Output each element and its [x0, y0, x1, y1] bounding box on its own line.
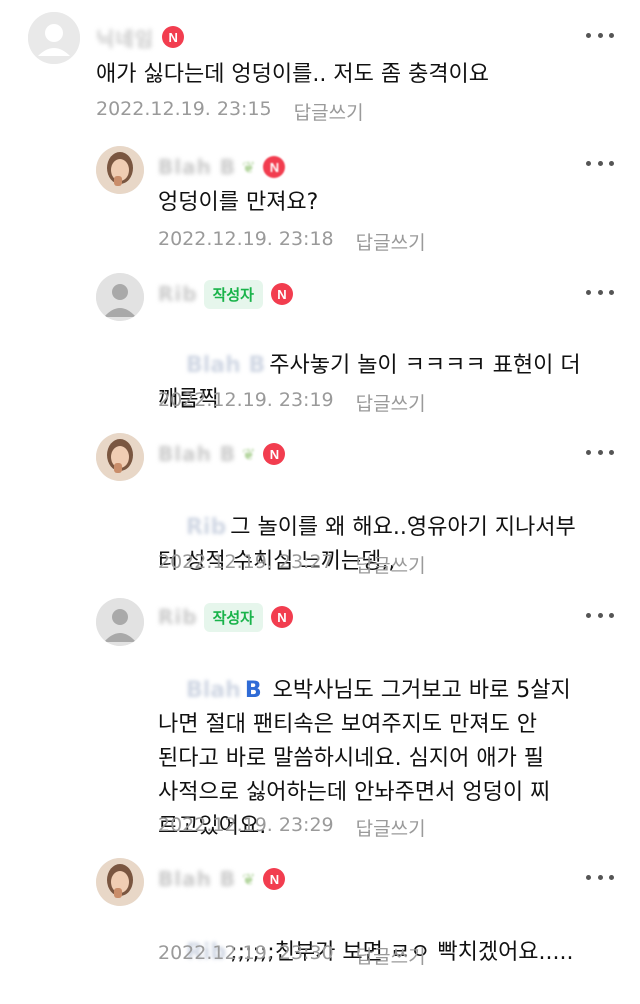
author-name[interactable]: Blah B	[158, 155, 236, 179]
mention-prefix: Blah	[185, 678, 241, 703]
new-n-badge-icon: N	[263, 443, 286, 465]
more-options-icon[interactable]	[586, 30, 614, 40]
author-row: Rib 작성자 N	[158, 279, 293, 309]
author-row: Blah B ❦ N	[158, 152, 286, 182]
mention-suffix: B	[244, 678, 262, 703]
comment-meta: 2022.12.19. 23:18 답글쓰기	[158, 228, 426, 255]
comment-line: 사적으로 싫어하는데 안놔주면서 엉덩이 찌	[158, 780, 551, 805]
mention-tag[interactable]: Blah B	[186, 353, 265, 378]
author-row: 닉네임 N	[96, 22, 185, 52]
sprout-grade-icon: ❦	[242, 869, 256, 889]
default-user-avatar-icon	[96, 273, 144, 321]
profile-photo-icon	[96, 858, 144, 906]
comment-date: 2022.12.19. 23:18	[158, 228, 334, 250]
reply-button[interactable]: 답글쓰기	[356, 942, 426, 969]
comment-meta: 2022.12.19. 23:30 답글쓰기	[158, 942, 426, 969]
avatar[interactable]	[96, 273, 144, 321]
author-row: Blah B ❦ N	[158, 439, 286, 469]
profile-photo-icon	[96, 146, 144, 194]
more-options-icon[interactable]	[586, 872, 614, 882]
comment-meta: 2022.12.19. 23:29 답글쓰기	[158, 814, 426, 841]
author-row: Blah B ❦ N	[158, 864, 286, 894]
avatar[interactable]	[96, 598, 144, 646]
more-options-icon[interactable]	[586, 447, 614, 457]
reply-item: Blah B ❦ N 엉덩이를 만져요? 2022.12.19. 23:18 답…	[0, 140, 640, 265]
comment-meta: 2022.12.19. 23:15 답글쓰기	[96, 98, 364, 125]
author-name[interactable]: Blah B	[158, 442, 236, 466]
default-user-avatar-icon	[96, 598, 144, 646]
sprout-grade-icon: ❦	[242, 157, 256, 177]
comment-line: 나면 절대 팬티속은 보여주지도 만져도 안	[158, 712, 538, 737]
reply-button[interactable]: 답글쓰기	[294, 98, 364, 125]
new-n-badge-icon: N	[270, 606, 293, 628]
comment-meta: 2022.12.19. 23:27 답글쓰기	[158, 551, 426, 578]
comment-date: 2022.12.19. 23:30	[158, 942, 334, 964]
avatar[interactable]	[96, 433, 144, 481]
author-name[interactable]: 닉네임	[96, 23, 154, 52]
comment-line: 그 놀이를 왜 해요..영유아기 지나서부	[230, 515, 576, 540]
comment-line: 주사놓기 놀이 ㅋㅋㅋㅋ 표현이 더	[269, 353, 581, 378]
comment-date: 2022.12.19. 23:27	[158, 551, 334, 573]
reply-button[interactable]: 답글쓰기	[356, 228, 426, 255]
new-n-badge-icon: N	[162, 26, 185, 48]
writer-badge: 작성자	[203, 602, 263, 632]
comment-line: 오박사님도 그거보고 바로 5살지	[272, 678, 571, 703]
comment-date: 2022.12.19. 23:15	[96, 98, 272, 120]
reply-item: Blah B ❦ N Rib ;;;;;;친부가 보면 ㄹㅇ 빡치겠어요.....…	[0, 850, 640, 981]
more-options-icon[interactable]	[586, 158, 614, 168]
mention-tag[interactable]: Blah B	[186, 678, 266, 703]
new-n-badge-icon: N	[263, 156, 286, 178]
avatar[interactable]	[96, 146, 144, 194]
new-n-badge-icon: N	[263, 868, 286, 890]
avatar[interactable]	[96, 858, 144, 906]
comment-text: 엉덩이를 만져요?	[158, 190, 319, 215]
more-options-icon[interactable]	[586, 287, 614, 297]
sprout-grade-icon: ❦	[242, 444, 256, 464]
mention-tag[interactable]: Rib	[186, 515, 226, 540]
reply-item: Rib 작성자 N Blah B 오박사님도 그거보고 바로 5살지나면 절대 팬…	[0, 590, 640, 850]
author-name[interactable]: Rib	[158, 282, 198, 306]
comment-text: Blah B 오박사님도 그거보고 바로 5살지나면 절대 팬티속은 보여주지도 …	[158, 640, 628, 878]
author-name[interactable]: Blah B	[158, 867, 236, 891]
comment-date: 2022.12.19. 23:19	[158, 389, 334, 411]
comment-line: 된다고 바로 말씀하시네요. 심지어 애가 필	[158, 746, 545, 771]
reply-item: Rib 작성자 N Blah B 주사놓기 놀이 ㅋㅋㅋㅋ 표현이 더 깨름찍 20…	[0, 265, 640, 425]
reply-button[interactable]: 답글쓰기	[356, 814, 426, 841]
comment-date: 2022.12.19. 23:29	[158, 814, 334, 836]
comment-item: 닉네임 N 애가 싫다는데 엉덩이를.. 저도 좀 충격이요 2022.12.1…	[0, 0, 640, 140]
default-user-avatar-icon	[28, 12, 80, 64]
author-row: Rib 작성자 N	[158, 602, 293, 632]
comment-text: 애가 싫다는데 엉덩이를.. 저도 좀 충격이요	[96, 62, 490, 87]
new-n-badge-icon: N	[270, 283, 293, 305]
reply-button[interactable]: 답글쓰기	[356, 389, 426, 416]
avatar[interactable]	[28, 12, 80, 64]
comment-meta: 2022.12.19. 23:19 답글쓰기	[158, 389, 426, 416]
reply-button[interactable]: 답글쓰기	[356, 551, 426, 578]
profile-photo-icon	[96, 433, 144, 481]
reply-item: Blah B ❦ N Rib 그 놀이를 왜 해요..영유아기 지나서부 터 성적 …	[0, 425, 640, 590]
more-options-icon[interactable]	[586, 610, 614, 620]
author-name[interactable]: Rib	[158, 605, 198, 629]
writer-badge: 작성자	[203, 279, 263, 309]
